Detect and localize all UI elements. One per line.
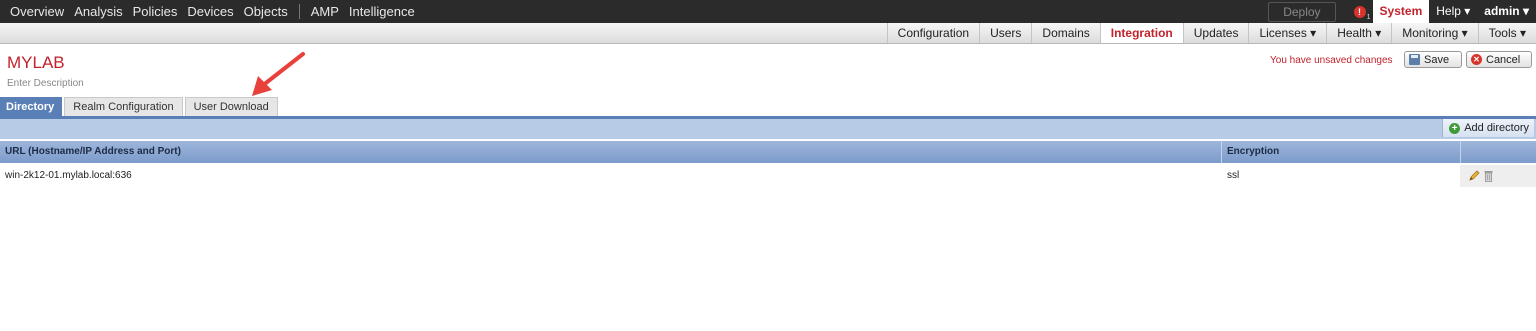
nav-devices[interactable]: Devices xyxy=(182,0,238,23)
top-nav-right: Deploy ! 1 System Help ▾ admin ▾ xyxy=(1268,0,1536,23)
annotation-arrow-icon xyxy=(252,52,305,96)
nav-system[interactable]: System xyxy=(1372,0,1430,23)
nav-amp[interactable]: AMP xyxy=(306,0,344,23)
add-icon: + xyxy=(1449,122,1461,134)
tab-health[interactable]: Health ▾ xyxy=(1326,23,1391,43)
edit-pencil-icon[interactable] xyxy=(1468,170,1480,182)
alert-count: 1 xyxy=(1366,13,1371,21)
row-actions xyxy=(1460,165,1536,187)
delete-trash-icon[interactable] xyxy=(1484,170,1493,182)
tab-updates[interactable]: Updates xyxy=(1182,23,1249,43)
tab-users[interactable]: Users xyxy=(979,23,1031,43)
cancel-label: Cancel xyxy=(1486,53,1521,66)
column-encryption: Encryption xyxy=(1221,141,1279,163)
table-header: URL (Hostname/IP Address and Port) Encry… xyxy=(0,141,1536,163)
column-url: URL (Hostname/IP Address and Port) xyxy=(5,146,181,157)
nav-intelligence[interactable]: Intelligence xyxy=(344,0,420,23)
save-button[interactable]: Save xyxy=(1404,51,1462,68)
tab-realm-configuration[interactable]: Realm Configuration xyxy=(64,97,183,116)
tab-monitoring[interactable]: Monitoring ▾ xyxy=(1391,23,1477,43)
unsaved-changes-notice: You have unsaved changes xyxy=(1270,55,1393,66)
nav-help[interactable]: Help ▾ xyxy=(1429,0,1477,23)
table-row: win-2k12-01.mylab.local:636 ssl xyxy=(0,165,1536,187)
save-label: Save xyxy=(1424,53,1450,66)
tab-domains[interactable]: Domains xyxy=(1031,23,1099,43)
alert-icon[interactable]: ! 1 xyxy=(1353,5,1371,21)
deploy-button[interactable]: Deploy xyxy=(1268,1,1336,22)
nav-overview[interactable]: Overview xyxy=(0,0,69,23)
add-directory-button[interactable]: + Add directory xyxy=(1442,119,1534,137)
description-field[interactable]: Enter Description xyxy=(7,78,84,89)
nav-divider xyxy=(298,4,300,19)
tab-directory[interactable]: Directory xyxy=(0,97,63,116)
column-actions xyxy=(1460,141,1536,163)
tab-integration[interactable]: Integration xyxy=(1099,23,1183,43)
realm-tabs: Directory Realm Configuration User Downl… xyxy=(0,97,280,116)
add-directory-label: Add directory xyxy=(1464,122,1529,134)
directory-toolbar: + Add directory xyxy=(0,119,1536,139)
floppy-disk-icon xyxy=(1409,54,1420,65)
nav-objects[interactable]: Objects xyxy=(239,0,293,23)
tab-tools[interactable]: Tools ▾ xyxy=(1477,23,1536,43)
directory-url: win-2k12-01.mylab.local:636 xyxy=(5,170,132,181)
directory-encryption: ssl xyxy=(1227,170,1240,181)
top-nav: Overview Analysis Policies Devices Objec… xyxy=(0,0,1536,23)
nav-analysis[interactable]: Analysis xyxy=(69,0,127,23)
sub-nav: Configuration Users Domains Integration … xyxy=(0,23,1536,44)
nav-policies[interactable]: Policies xyxy=(128,0,183,23)
tab-configuration[interactable]: Configuration xyxy=(886,23,979,43)
cancel-button[interactable]: ✕ Cancel xyxy=(1466,51,1532,68)
cancel-icon: ✕ xyxy=(1471,54,1482,65)
page-title[interactable]: MYLAB xyxy=(7,53,65,73)
nav-user-menu[interactable]: admin ▾ xyxy=(1477,0,1536,23)
tab-licenses[interactable]: Licenses ▾ xyxy=(1248,23,1326,43)
